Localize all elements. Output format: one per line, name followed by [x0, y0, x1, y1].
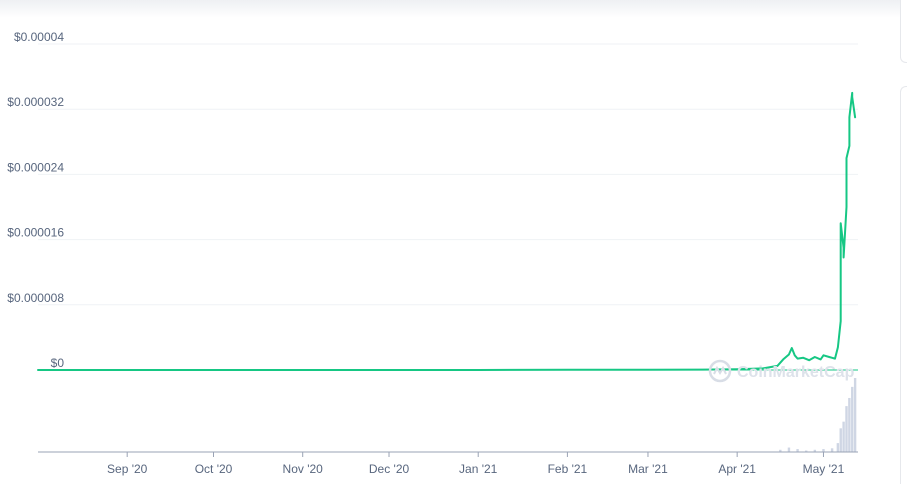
volume-layer: [779, 378, 857, 452]
side-panel-lower: [900, 86, 907, 484]
y-tick-label: $0.00004: [14, 30, 64, 44]
x-tick-label: Mar '21: [628, 462, 668, 476]
x-tick-label: Oct '20: [195, 462, 233, 476]
y-tick-label: $0: [51, 356, 65, 370]
y-tick-label: $0.000032: [7, 95, 64, 109]
volume-bar: [836, 443, 840, 452]
volume-bar: [848, 397, 851, 452]
volume-bar: [842, 421, 845, 452]
volume-bar: [830, 448, 834, 452]
x-tick-label: May '21: [803, 462, 845, 476]
volume-bar: [839, 428, 842, 452]
x-tick-label: Sep '20: [107, 462, 148, 476]
coinmarketcap-logo-icon: [708, 359, 732, 383]
x-tick-label: Apr '21: [718, 462, 756, 476]
price-chart: CoinMarketCap $0 $0.000008 $0.000016 $0.000…: [0, 0, 907, 484]
volume-bar: [851, 386, 854, 452]
watermark-text: CoinMarketCap: [737, 364, 855, 381]
grid-layer: [38, 43, 858, 371]
x-tick-label: Jan '21: [459, 462, 498, 476]
x-tick-label: Dec '20: [369, 462, 410, 476]
x-tick-label: Nov '20: [283, 462, 324, 476]
y-tick-label: $0.000016: [7, 226, 64, 240]
y-tick-label: $0.000008: [7, 291, 64, 305]
price-layer: [37, 91, 857, 371]
coinmarketcap-watermark: CoinMarketCap: [708, 359, 855, 383]
price-chart-svg: CoinMarketCap $0 $0.000008 $0.000016 $0.000…: [7, 30, 858, 476]
volume-bar: [853, 378, 857, 452]
volume-bar: [787, 447, 791, 452]
x-tick-label: Feb '21: [548, 462, 588, 476]
axis-layer: $0 $0.000008 $0.000016 $0.000024 $0.000032 $0…: [7, 30, 858, 476]
volume-bar: [845, 406, 848, 452]
price-line: [37, 91, 857, 371]
y-tick-label: $0.000024: [7, 160, 64, 174]
side-panel-upper: [900, 0, 907, 63]
